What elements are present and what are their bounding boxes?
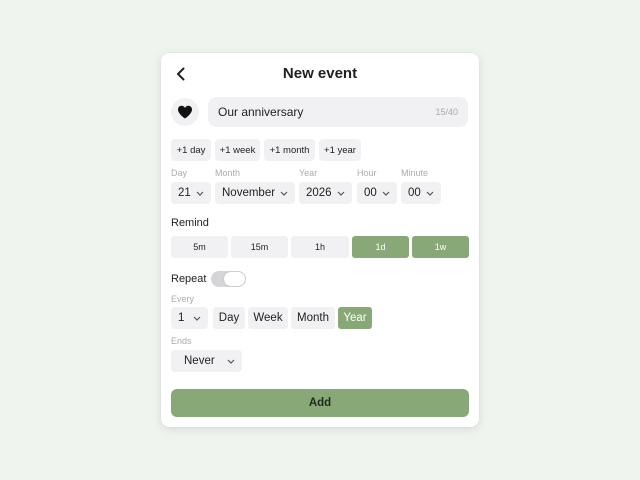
- day-label: Day: [171, 168, 188, 178]
- remind-1d-button[interactable]: 1d: [352, 236, 409, 258]
- quick-add-1-day-button[interactable]: +1 day: [171, 139, 211, 161]
- ends-label: Ends: [171, 336, 192, 346]
- ends-value: Never: [184, 355, 215, 367]
- repeat-label: Repeat: [171, 273, 207, 285]
- heart-icon: [178, 105, 192, 119]
- repeat-unit-week-button[interactable]: Week: [248, 307, 288, 329]
- event-icon-picker[interactable]: [171, 98, 199, 126]
- minute-select[interactable]: 00: [401, 182, 441, 204]
- hour-value: 00: [364, 187, 377, 199]
- add-button[interactable]: Add: [171, 389, 469, 417]
- minute-value: 00: [408, 187, 421, 199]
- chevron-down-icon: [189, 316, 205, 321]
- chevron-down-icon: [378, 191, 394, 196]
- remind-1h-button[interactable]: 1h: [291, 236, 349, 258]
- character-count: 15/40: [435, 107, 458, 117]
- new-event-card: New event 15/40 +1 day +1 week +1 month …: [161, 53, 479, 427]
- toggle-knob: [224, 272, 245, 286]
- chevron-down-icon: [333, 191, 349, 196]
- remind-15m-button[interactable]: 15m: [231, 236, 288, 258]
- day-select[interactable]: 21: [171, 182, 211, 204]
- chevron-down-icon: [223, 359, 239, 364]
- chevron-down-icon: [276, 191, 292, 196]
- year-label: Year: [299, 168, 318, 178]
- every-value: 1: [178, 312, 185, 324]
- repeat-unit-day-button[interactable]: Day: [213, 307, 245, 329]
- repeat-toggle[interactable]: [211, 271, 246, 287]
- quick-add-1-year-button[interactable]: +1 year: [319, 139, 361, 161]
- year-select[interactable]: 2026: [299, 182, 352, 204]
- year-value: 2026: [306, 187, 332, 199]
- repeat-unit-month-button[interactable]: Month: [291, 307, 335, 329]
- chevron-down-icon: [192, 191, 208, 196]
- month-value: November: [222, 187, 276, 199]
- ends-select[interactable]: Never: [171, 350, 242, 372]
- event-name-field: 15/40: [208, 97, 468, 127]
- chevron-down-icon: [422, 191, 438, 196]
- every-select[interactable]: 1: [171, 307, 208, 329]
- remind-1w-button[interactable]: 1w: [412, 236, 469, 258]
- month-label: Month: [215, 168, 241, 178]
- remind-5m-button[interactable]: 5m: [171, 236, 228, 258]
- remind-label: Remind: [171, 217, 209, 229]
- hour-select[interactable]: 00: [357, 182, 397, 204]
- minute-label: Minute: [401, 168, 429, 178]
- day-value: 21: [178, 187, 191, 199]
- quick-add-1-month-button[interactable]: +1 month: [264, 139, 315, 161]
- quick-add-1-week-button[interactable]: +1 week: [215, 139, 260, 161]
- month-select[interactable]: November: [215, 182, 295, 204]
- repeat-unit-year-button[interactable]: Year: [338, 307, 372, 329]
- page-title: New event: [282, 65, 358, 82]
- hour-label: Hour: [357, 168, 377, 178]
- every-label: Every: [171, 294, 195, 304]
- event-name-input[interactable]: [218, 97, 418, 127]
